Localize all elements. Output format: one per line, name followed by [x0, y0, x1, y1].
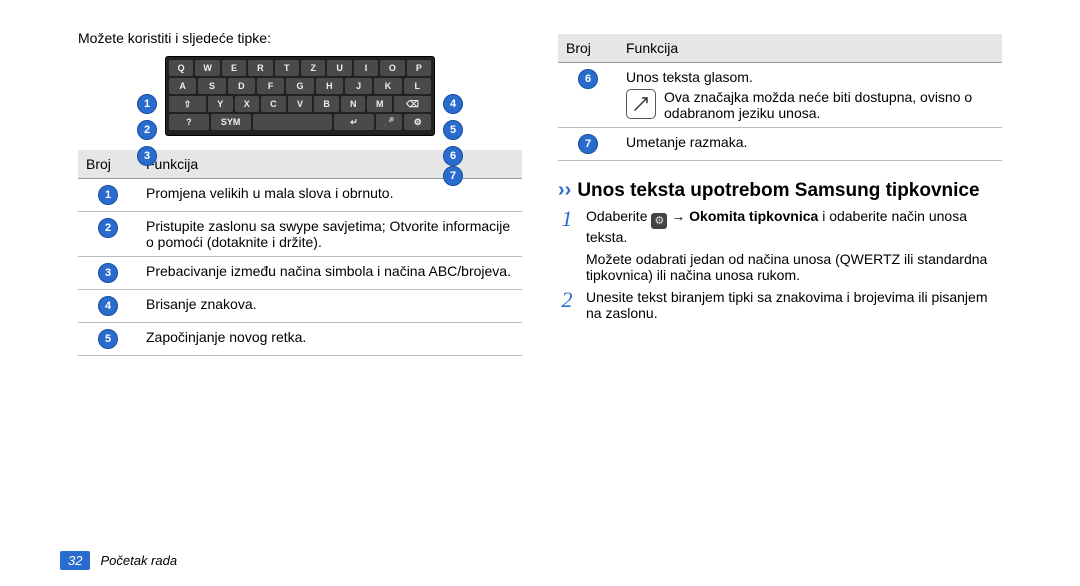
row-number-badge: 7 [578, 134, 598, 154]
step-number: 1 [558, 208, 576, 283]
callout-7: 7 [443, 166, 463, 186]
section-heading: ›› Unos teksta upotrebom Samsung tipkovn… [558, 179, 1002, 202]
keyboard-key: Y [208, 96, 233, 112]
keyboard-key: P [407, 60, 431, 76]
keyboard-key [253, 114, 333, 130]
row-number-badge: 6 [578, 69, 598, 89]
row-text: Umetanje razmaka. [618, 128, 1002, 161]
callout-6: 6 [443, 146, 463, 166]
table-row: 2 Pristupite zaslonu sa swype savjetima; … [78, 212, 522, 257]
section-name: Početak rada [100, 553, 177, 568]
table-row: 3 Prebacivanje između načina simbola i na… [78, 257, 522, 290]
keyboard-key: K [374, 78, 401, 94]
keyboard-key: H [316, 78, 343, 94]
keyboard-key: ⌫ [394, 96, 431, 112]
right-column: Broj Funkcija 6 Unos teksta glasom.Ova zn… [540, 30, 1020, 576]
keyboard-figure: QWERTZUIOPASDFGHJKL⇧YXCVBNM⌫?SYM↵🎤⚙ 1 2 … [78, 56, 522, 136]
table-row: 7 Umetanje razmaka. [558, 128, 1002, 161]
row-text: Unos teksta glasom.Ova značajka možda ne… [618, 63, 1002, 128]
page-number: 32 [60, 551, 90, 570]
callout-4: 4 [443, 94, 463, 114]
left-column: Možete koristiti i sljedeće tipke: QWERT… [60, 30, 540, 576]
step-body: Unesite tekst biranjem tipki sa znakovim… [586, 289, 1002, 321]
keyboard-key: W [195, 60, 219, 76]
th-num: Broj [78, 150, 138, 179]
row-text: Prebacivanje između načina simbola i nač… [138, 257, 522, 290]
row-number-badge: 4 [98, 296, 118, 316]
callout-2: 2 [137, 120, 157, 140]
step: 1Odaberite ⚙ → Okomita tipkovnica i odab… [558, 208, 1002, 283]
row-text: Brisanje znakova. [138, 290, 522, 323]
row-number-badge: 2 [98, 218, 118, 238]
callouts-right: 4 5 6 [443, 94, 463, 166]
callout-1: 1 [137, 94, 157, 114]
table-row: 5 Započinjanje novog retka. [78, 323, 522, 356]
keyboard-key: G [286, 78, 313, 94]
keyboard-key: E [222, 60, 246, 76]
keyboard-key: R [248, 60, 272, 76]
page-footer: 32 Početak rada [60, 551, 177, 570]
row-number-badge: 3 [98, 263, 118, 283]
row-text: Pristupite zaslonu sa swype savjetima; O… [138, 212, 522, 257]
keyboard-key: ? [169, 114, 209, 130]
note-icon [626, 89, 656, 119]
keyboard-key: ↵ [334, 114, 374, 130]
chevron-icon: ›› [558, 179, 571, 202]
keyboard-key: ⚙ [404, 114, 431, 130]
keyboard-key: C [261, 96, 286, 112]
step-body: Odaberite ⚙ → Okomita tipkovnica i odabe… [586, 208, 1002, 283]
keyboard-key: J [345, 78, 372, 94]
function-table-right: Broj Funkcija 6 Unos teksta glasom.Ova zn… [558, 34, 1002, 161]
row-text: Promjena velikih u mala slova i obrnuto. [138, 179, 522, 212]
keyboard-key: I [354, 60, 378, 76]
row-number-badge: 1 [98, 185, 118, 205]
keyboard-key: N [341, 96, 366, 112]
row-number-badge: 5 [98, 329, 118, 349]
virtual-keyboard: QWERTZUIOP ASDFGHJKL ⇧YXCVBNM⌫?SYM ↵🎤⚙ [165, 56, 435, 136]
keyboard-key: V [288, 96, 313, 112]
keyboard-key: D [228, 78, 255, 94]
keyboard-key: S [198, 78, 225, 94]
row-text: Započinjanje novog retka. [138, 323, 522, 356]
keyboard-key: B [314, 96, 339, 112]
heading-title: Unos teksta upotrebom Samsung tipkovnice [577, 180, 979, 202]
keyboard-key: Z [301, 60, 325, 76]
keyboard-key: A [169, 78, 196, 94]
callout-5: 5 [443, 120, 463, 140]
keyboard-key: Q [169, 60, 193, 76]
note-text: Ova značajka možda neće biti dostupna, o… [664, 89, 994, 121]
table-row: 4 Brisanje znakova. [78, 290, 522, 323]
th-num: Broj [558, 34, 618, 63]
keyboard-key: O [380, 60, 404, 76]
table-row: 6 Unos teksta glasom.Ova značajka možda n… [558, 63, 1002, 128]
callouts-bottom: 7 [443, 166, 463, 186]
keyboard-key: M [367, 96, 392, 112]
callout-3: 3 [137, 146, 157, 166]
keyboard-key: ⇧ [169, 96, 206, 112]
keyboard-key: 🎤 [376, 114, 403, 130]
keyboard-key: U [327, 60, 351, 76]
callouts-left: 1 2 3 [137, 94, 157, 166]
keyboard-key: X [235, 96, 260, 112]
keyboard-key: T [275, 60, 299, 76]
keyboard-key: F [257, 78, 284, 94]
step-number: 2 [558, 289, 576, 321]
keyboard-key: SYM [211, 114, 251, 130]
th-func: Funkcija [138, 150, 522, 179]
th-func: Funkcija [618, 34, 1002, 63]
step: 2 Unesite tekst biranjem tipki sa znakovi… [558, 289, 1002, 321]
keyboard-key: L [404, 78, 431, 94]
intro-text: Možete koristiti i sljedeće tipke: [78, 30, 522, 46]
gear-icon: ⚙ [651, 213, 667, 229]
